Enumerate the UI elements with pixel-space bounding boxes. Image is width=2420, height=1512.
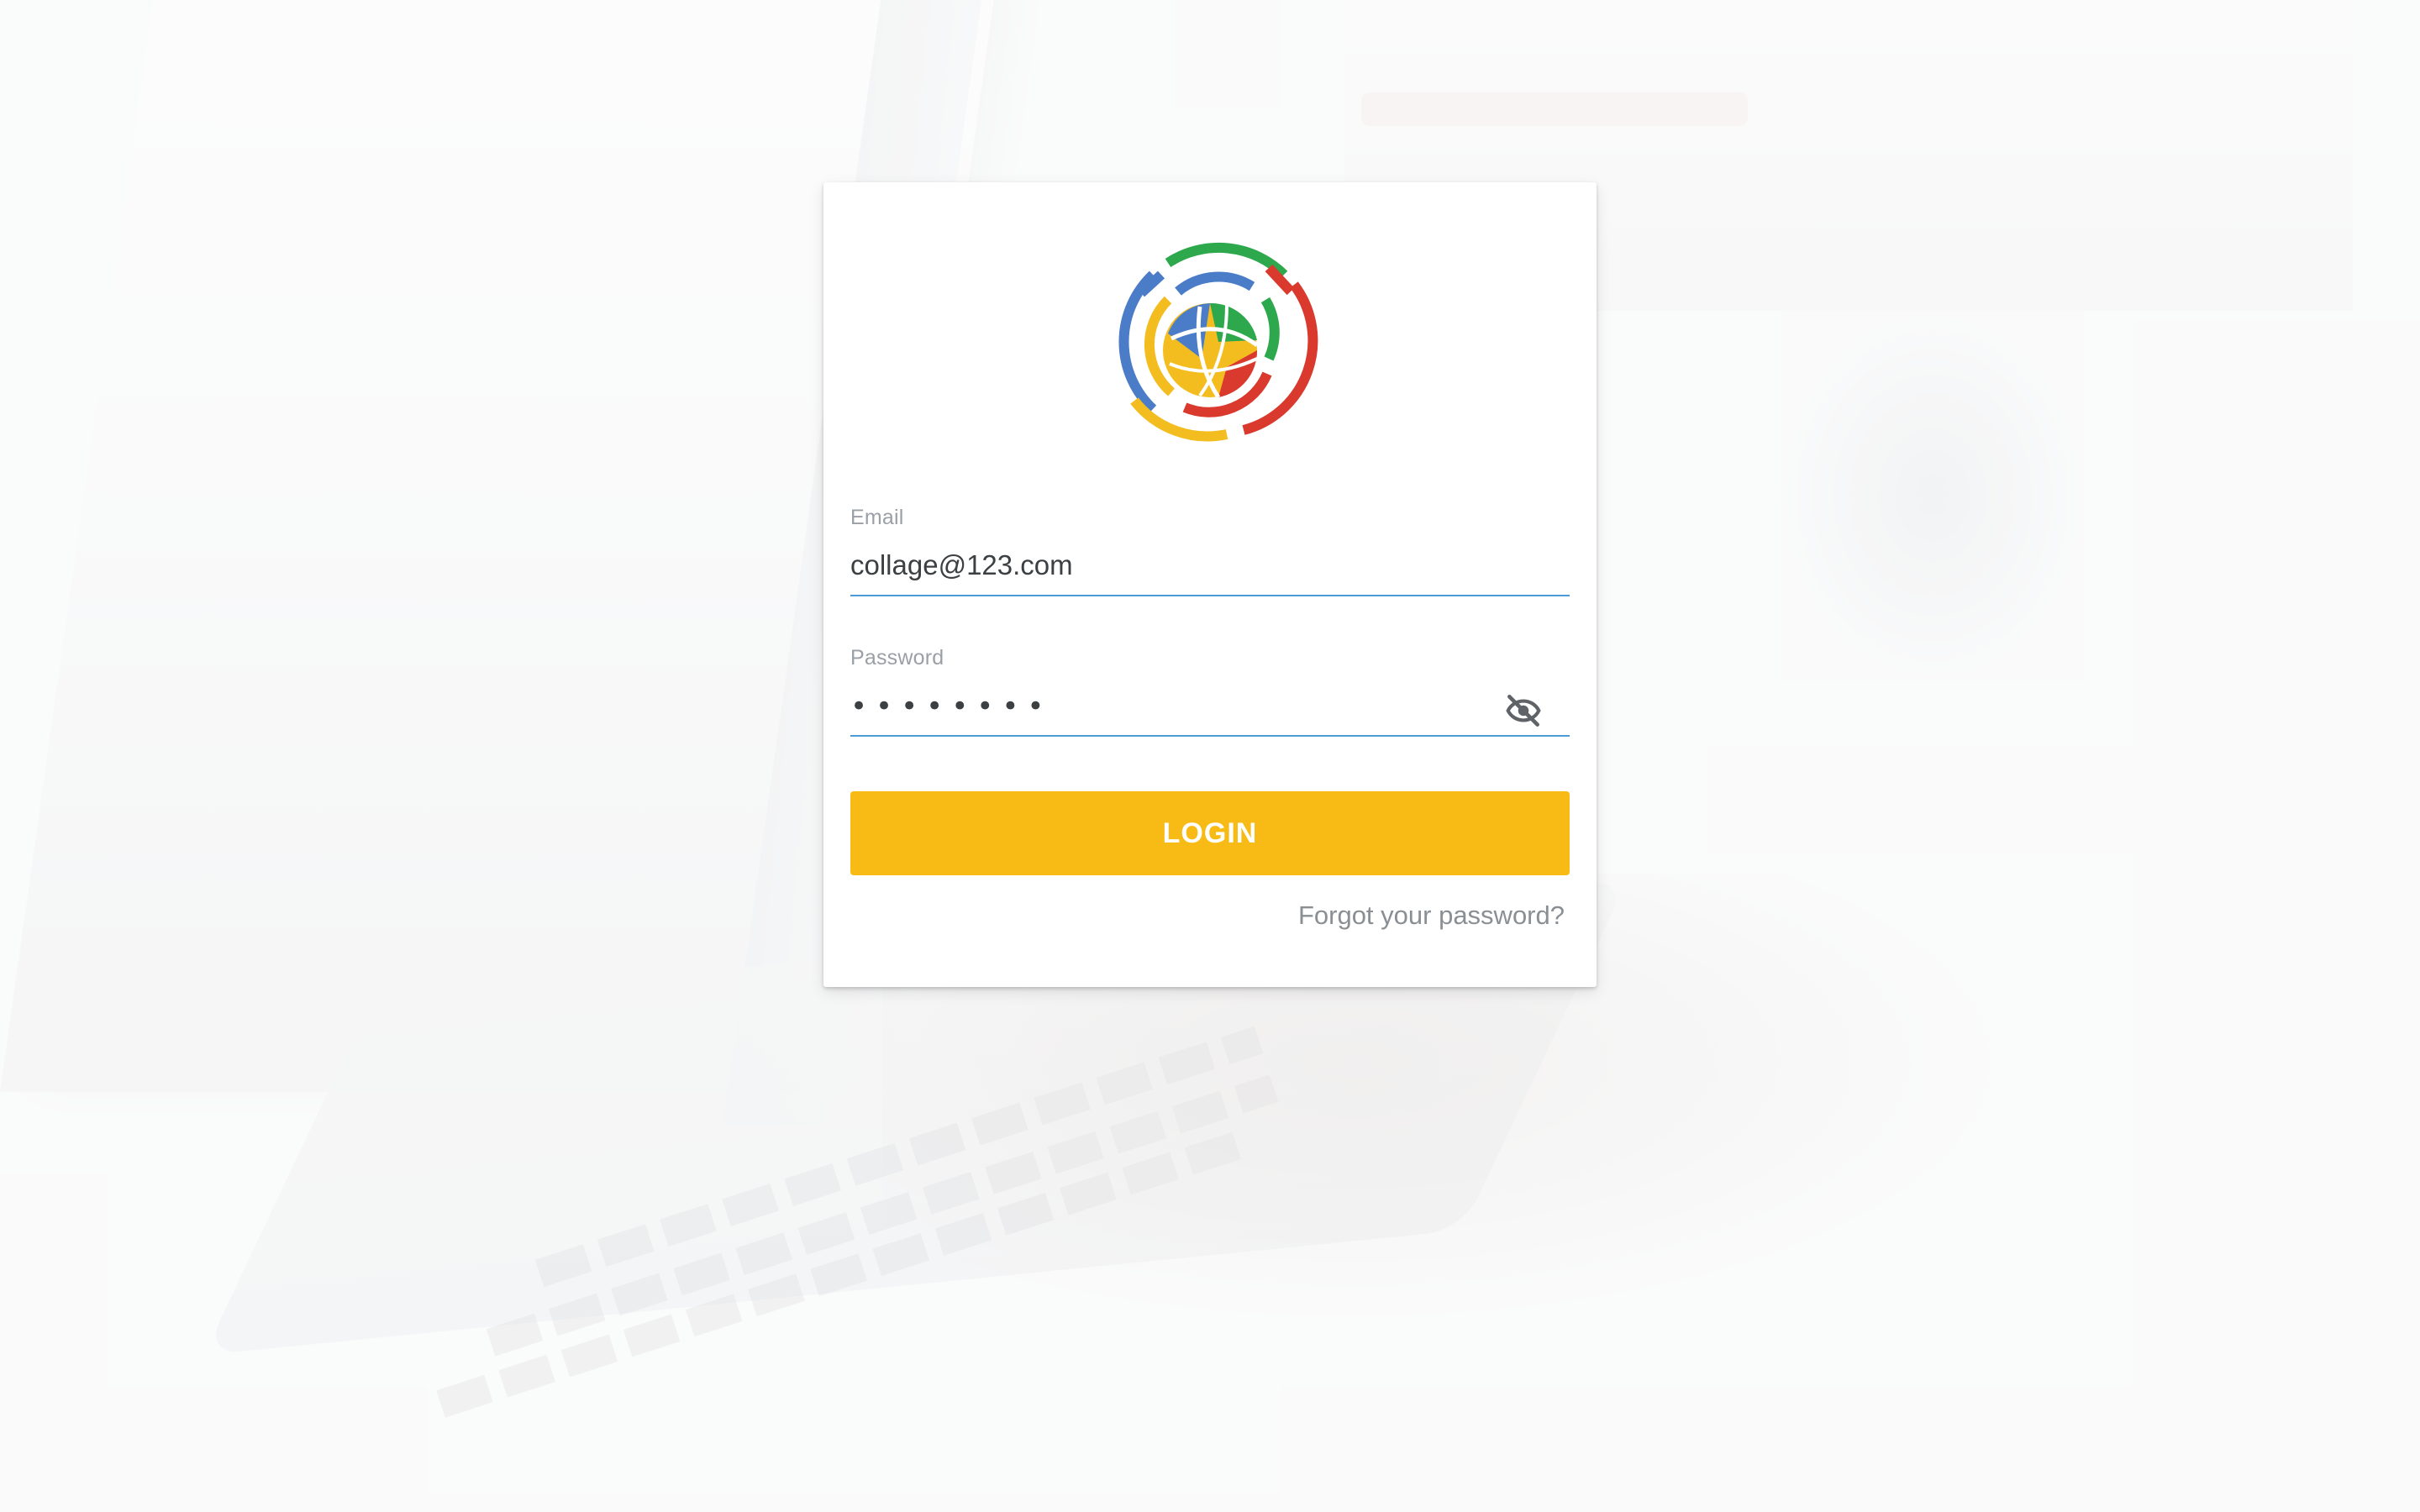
collage-logo-icon: [1118, 242, 1318, 442]
eye-off-icon[interactable]: [1502, 690, 1544, 732]
email-field: Email: [850, 506, 1570, 625]
email-label: Email: [850, 506, 904, 529]
password-underline: [850, 735, 1570, 737]
forgot-password-link[interactable]: Forgot your password?: [1298, 900, 1565, 931]
login-card: Email Password •••••••• LOGIN Forgot you…: [823, 182, 1597, 987]
password-label: Password: [850, 646, 944, 669]
email-input[interactable]: [850, 549, 1489, 581]
password-field: Password ••••••••: [850, 646, 1570, 765]
login-button[interactable]: LOGIN: [850, 791, 1570, 875]
password-input[interactable]: ••••••••: [850, 690, 1052, 723]
email-underline: [850, 595, 1570, 596]
